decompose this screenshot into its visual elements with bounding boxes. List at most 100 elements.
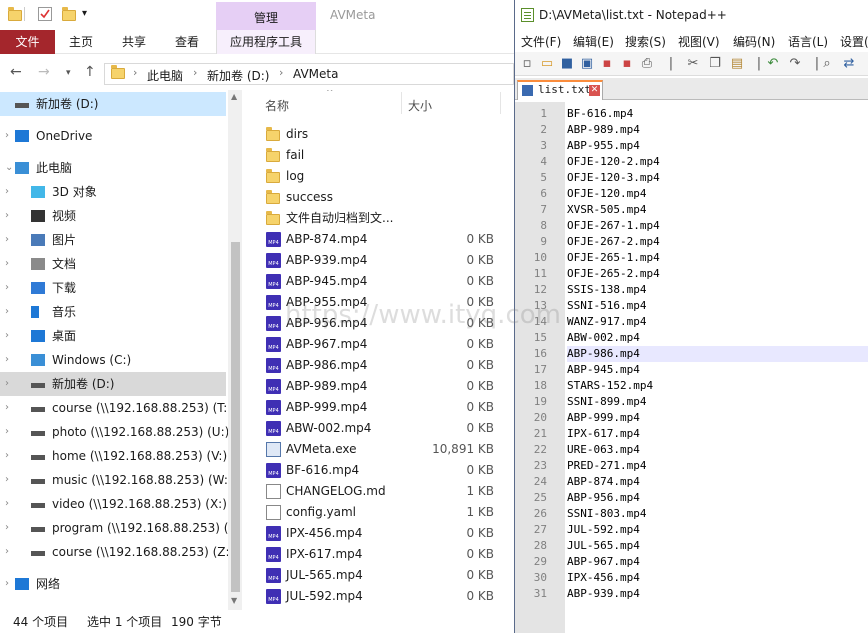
menu-item[interactable]: 编辑(E) xyxy=(573,33,614,50)
code-line[interactable]: OFJE-120-2.mp4 xyxy=(567,154,868,170)
chevron-right-icon[interactable]: › xyxy=(5,420,9,444)
context-tab-manage[interactable]: 管理 xyxy=(216,2,316,30)
code-line[interactable]: OFJE-267-1.mp4 xyxy=(567,218,868,234)
file-row[interactable]: dirs xyxy=(258,124,514,145)
file-row[interactable]: 文件自动归档到文... xyxy=(258,208,514,229)
chevron-right-icon[interactable]: › xyxy=(5,516,9,540)
tab-app-tools[interactable]: 应用程序工具 xyxy=(216,30,316,54)
undo-icon[interactable]: ↶ xyxy=(765,56,781,72)
file-row[interactable]: MP4 ABP-874.mp4 0 KB xyxy=(258,229,514,250)
chevron-right-icon[interactable]: › xyxy=(5,572,9,596)
close-all-icon[interactable]: ▪ xyxy=(619,56,635,72)
folder-icon[interactable] xyxy=(8,7,22,21)
text-editor[interactable]: 1 2 3 4 5 6 7 8 9 10 11 12 13 14 15 16 17 18 19 20 21 22 23 24 2… xyxy=(515,102,868,633)
code-line[interactable]: ABP-999.mp4 xyxy=(567,410,868,426)
breadcrumb-separator[interactable]: › xyxy=(193,66,197,79)
code-line[interactable]: ABP-967.mp4 xyxy=(567,554,868,570)
code-line[interactable]: OFJE-265-2.mp4 xyxy=(567,266,868,282)
code-line[interactable]: OFJE-120.mp4 xyxy=(567,186,868,202)
chevron-right-icon[interactable]: › xyxy=(5,324,9,348)
tab-view[interactable]: 查看 xyxy=(166,30,208,54)
file-row[interactable]: MP4 JUL-565.mp4 0 KB xyxy=(258,565,514,586)
nav-item[interactable]: › 视频 xyxy=(0,204,226,228)
file-row[interactable]: MP4 ABP-945.mp4 0 KB xyxy=(258,271,514,292)
breadcrumb-separator[interactable]: › xyxy=(133,66,137,79)
file-row[interactable]: MP4 IPX-617.mp4 0 KB xyxy=(258,544,514,565)
recent-locations-chevron-icon[interactable]: ▾ xyxy=(66,68,71,78)
file-row[interactable]: AVMeta.exe 10,891 KB xyxy=(258,439,514,460)
code-line[interactable]: ABW-002.mp4 xyxy=(567,330,868,346)
save-all-icon[interactable]: ▣ xyxy=(579,56,595,72)
chevron-right-icon[interactable]: › xyxy=(5,228,9,252)
file-row[interactable]: MP4 BF-616.mp4 0 KB xyxy=(258,460,514,481)
code-line[interactable]: SSNI-899.mp4 xyxy=(567,394,868,410)
file-row[interactable]: MP4 ABW-002.mp4 0 KB xyxy=(258,418,514,439)
navigation-scrollbar[interactable]: ▲ ▼ xyxy=(228,90,242,610)
code-line[interactable]: URE-063.mp4 xyxy=(567,442,868,458)
chevron-right-icon[interactable]: › xyxy=(5,396,9,420)
code-line[interactable]: ABP-986.mp4 xyxy=(567,346,868,362)
nav-item[interactable]: › 3D 对象 xyxy=(0,180,226,204)
code-line[interactable]: ABP-989.mp4 xyxy=(567,122,868,138)
code-line[interactable]: ABP-956.mp4 xyxy=(567,490,868,506)
code-line[interactable]: JUL-565.mp4 xyxy=(567,538,868,554)
code-line[interactable]: SSNI-516.mp4 xyxy=(567,298,868,314)
chevron-right-icon[interactable]: › xyxy=(5,180,9,204)
close-tab-icon[interactable]: ✕ xyxy=(589,85,600,96)
file-row[interactable]: MP4 ABP-986.mp4 0 KB xyxy=(258,355,514,376)
nav-item[interactable]: › program (\\192.168.88.253) (Y xyxy=(0,516,228,540)
file-row[interactable]: MP4 JUL-592.mp4 0 KB xyxy=(258,586,514,607)
code-line[interactable]: IPX-617.mp4 xyxy=(567,426,868,442)
menu-item[interactable]: 语言(L) xyxy=(788,33,828,50)
column-divider[interactable] xyxy=(401,92,402,114)
code-line[interactable]: SSIS-138.mp4 xyxy=(567,282,868,298)
code-line[interactable]: STARS-152.mp4 xyxy=(567,378,868,394)
print-icon[interactable]: ⎙ xyxy=(639,56,655,72)
code-line[interactable]: OFJE-267-2.mp4 xyxy=(567,234,868,250)
column-divider[interactable] xyxy=(500,92,501,114)
code-line[interactable]: XVSR-505.mp4 xyxy=(567,202,868,218)
file-row[interactable]: MP4 ABP-956.mp4 0 KB xyxy=(258,313,514,334)
breadcrumb-drive-d[interactable]: 新加卷 (D:) xyxy=(207,67,269,84)
new-file-icon[interactable]: ▫ xyxy=(519,56,535,72)
file-row[interactable]: fail xyxy=(258,145,514,166)
close-file-icon[interactable]: ▪ xyxy=(599,56,615,72)
replace-icon[interactable]: ⇄ xyxy=(841,56,857,72)
scroll-down-icon[interactable]: ▼ xyxy=(231,596,237,605)
save-icon[interactable]: ■ xyxy=(559,56,575,72)
nav-item[interactable]: › music (\\192.168.88.253) (W:) xyxy=(0,468,228,492)
nav-item[interactable]: › course (\\192.168.88.253) (T:) xyxy=(0,396,228,420)
menu-item[interactable]: 视图(V) xyxy=(678,33,720,50)
nav-item[interactable]: › home (\\192.168.88.253) (V:) xyxy=(0,444,227,468)
code-line[interactable]: SSNI-803.mp4 xyxy=(567,506,868,522)
code-line[interactable]: OFJE-120-3.mp4 xyxy=(567,170,868,186)
file-row[interactable]: log xyxy=(258,166,514,187)
properties-icon[interactable] xyxy=(38,7,52,21)
menu-item[interactable]: 搜索(S) xyxy=(625,33,666,50)
file-row[interactable]: MP4 ABP-989.mp4 0 KB xyxy=(258,376,514,397)
paste-icon[interactable]: ▤ xyxy=(729,56,745,72)
file-row[interactable]: MP4 ABP-999.mp4 0 KB xyxy=(258,397,514,418)
code-line[interactable]: ABP-945.mp4 xyxy=(567,362,868,378)
menu-item[interactable]: 文件(F) xyxy=(521,33,561,50)
breadcrumb-separator[interactable]: › xyxy=(279,66,283,79)
scrollbar-thumb[interactable] xyxy=(231,242,240,592)
file-row[interactable]: MP4 IPX-456.mp4 0 KB xyxy=(258,523,514,544)
chevron-right-icon[interactable]: › xyxy=(5,492,9,516)
breadcrumb-avmeta[interactable]: AVMeta xyxy=(293,67,338,81)
scroll-up-icon[interactable]: ▲ xyxy=(231,92,237,101)
chevron-right-icon[interactable]: › xyxy=(5,372,9,396)
customize-toolbar-chevron-icon[interactable]: ▾ xyxy=(82,7,96,21)
file-row[interactable]: MP4 ABP-955.mp4 0 KB xyxy=(258,292,514,313)
code-line[interactable]: ABP-955.mp4 xyxy=(567,138,868,154)
forward-arrow-icon[interactable]: → xyxy=(38,64,50,80)
chevron-down-icon[interactable]: ⌄ xyxy=(5,156,13,180)
file-row[interactable]: MP4 ABP-967.mp4 0 KB xyxy=(258,334,514,355)
code-line[interactable]: WANZ-917.mp4 xyxy=(567,314,868,330)
chevron-right-icon[interactable]: › xyxy=(5,204,9,228)
nav-item[interactable]: 新加卷 (D:) xyxy=(0,92,226,116)
nav-item[interactable]: › 网络 xyxy=(0,572,226,596)
nav-item[interactable]: › 音乐 xyxy=(0,300,226,324)
code-line[interactable]: IPX-456.mp4 xyxy=(567,570,868,586)
file-row[interactable]: MP4 ABP-939.mp4 0 KB xyxy=(258,250,514,271)
